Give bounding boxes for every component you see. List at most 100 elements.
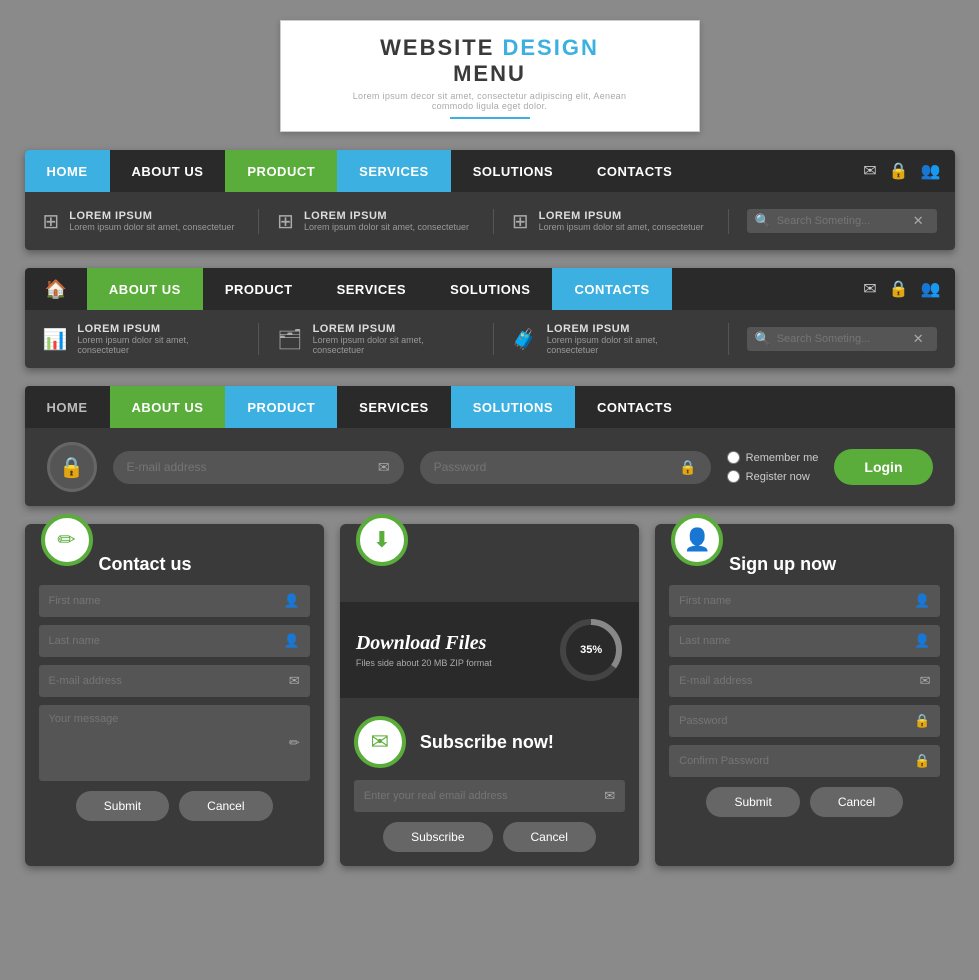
nav3-about[interactable]: ABOUT US — [110, 386, 226, 428]
signup-password-wrap: 🔒 — [669, 705, 940, 737]
nav2-services[interactable]: SERVICES — [315, 268, 429, 310]
nav3-product[interactable]: PRODUCT — [225, 386, 337, 428]
users-icon-2[interactable]: 👥 — [921, 279, 941, 299]
lock-icon-2[interactable]: 🔒 — [889, 279, 909, 299]
info-text-5: LOREM IPSUM Lorem ipsum dolor sit amet, … — [313, 323, 475, 355]
login-options: Remember me Register now — [727, 451, 819, 483]
info-desc-5: Lorem ipsum dolor sit amet, consectetuer — [313, 335, 475, 355]
signup-person-icon-2: 👤 — [914, 633, 930, 649]
info-item-6: 🧳 LOREM IPSUM Lorem ipsum dolor sit amet… — [512, 323, 729, 355]
navbar-3: HOME ABOUT US PRODUCT SERVICES SOLUTIONS… — [25, 386, 955, 428]
search-icon-2: 🔍 — [755, 331, 771, 347]
nav2-contacts[interactable]: CONTACTS — [552, 268, 671, 310]
download-widget: ⬇ Download Files Files side about 20 MB … — [340, 524, 639, 866]
search-input-1[interactable] — [777, 215, 907, 227]
signup-email-input[interactable] — [679, 675, 911, 687]
info-text-6: LOREM IPSUM Lorem ipsum dolor sit amet, … — [547, 323, 710, 355]
mail-icon-2[interactable]: ✉ — [863, 279, 876, 299]
info-item-5: 🗂 LOREM IPSUM Lorem ipsum dolor sit amet… — [277, 323, 494, 355]
signup-icon: 👤 — [671, 514, 723, 566]
subscribe-email-input[interactable] — [364, 790, 596, 802]
message-input[interactable] — [49, 713, 281, 773]
nav2-about[interactable]: ABOUT US — [87, 268, 203, 310]
contact-cancel-btn[interactable]: Cancel — [179, 791, 272, 821]
nav2-home-icon[interactable]: 🏠 — [25, 268, 87, 310]
widgets-row: ✏ Contact us 👤 👤 ✉ ✏ Submit Cancel — [25, 524, 955, 866]
contact-title: Contact us — [99, 554, 324, 575]
remember-label[interactable]: Remember me — [727, 451, 819, 464]
info-desc-1: Lorem ipsum dolor sit amet, consectetuer — [69, 222, 234, 232]
signup-submit-btn[interactable]: Submit — [706, 787, 799, 817]
users-icon[interactable]: 👥 — [921, 161, 941, 181]
search-input-2[interactable] — [777, 333, 907, 345]
register-radio[interactable] — [727, 470, 740, 483]
nav2-solutions[interactable]: SOLUTIONS — [428, 268, 552, 310]
download-cancel-btn[interactable]: Cancel — [503, 822, 596, 852]
nav2-product[interactable]: PRODUCT — [203, 268, 315, 310]
info-title-6: LOREM IPSUM — [547, 323, 710, 335]
subscribe-input-wrap: ✉ — [354, 780, 625, 812]
site-title: WEBSITE DESIGN MENU — [341, 35, 639, 87]
folder-icon: 🗂 — [277, 327, 302, 352]
signup-confirm-input[interactable] — [679, 755, 906, 767]
nav2-icons: ✉ 🔒 👥 — [849, 268, 954, 310]
info-text-4: LOREM IPSUM Lorem ipsum dolor sit amet, … — [77, 323, 240, 355]
login-button[interactable]: Login — [834, 449, 932, 485]
nav3-services[interactable]: SERVICES — [337, 386, 451, 428]
nav3-solutions[interactable]: SOLUTIONS — [451, 386, 575, 428]
signup-email-wrap: ✉ — [669, 665, 940, 697]
info-title-5: LOREM IPSUM — [313, 323, 475, 335]
password-field-wrap: 🔒 — [420, 451, 711, 484]
signup-lock-icon-2: 🔒 — [914, 753, 930, 769]
signup-password-input[interactable] — [679, 715, 906, 727]
signup-lastname-input[interactable] — [679, 635, 906, 647]
pencil-icon: ✏ — [289, 735, 300, 751]
firstname-input[interactable] — [49, 595, 276, 607]
header-title-box: WEBSITE DESIGN MENU Lorem ipsum decor si… — [280, 20, 700, 132]
nav1-home[interactable]: HOME — [25, 150, 110, 192]
bag-icon: 🧳 — [512, 327, 537, 352]
grid-icon-3: ⊞ — [512, 209, 529, 234]
email-field-wrap: ✉ — [113, 451, 404, 484]
contact-icon: ✏ — [41, 514, 93, 566]
signup-firstname-input[interactable] — [679, 595, 906, 607]
nav3-home[interactable]: HOME — [25, 386, 110, 428]
clear-icon-2[interactable]: ✕ — [913, 331, 924, 347]
download-icon: ⬇ — [356, 514, 408, 566]
nav3-contacts[interactable]: CONTACTS — [575, 386, 694, 428]
email-field[interactable] — [127, 460, 370, 474]
lastname-field-wrap: 👤 — [39, 625, 310, 657]
nav1-about[interactable]: ABOUT US — [110, 150, 226, 192]
signup-btn-row: Submit Cancel — [669, 787, 940, 817]
subscribe-btn[interactable]: Subscribe — [383, 822, 492, 852]
signup-widget: 👤 Sign up now 👤 👤 ✉ 🔒 🔒 — [655, 524, 954, 866]
email-contact-input[interactable] — [49, 675, 281, 687]
email-contact-wrap: ✉ — [39, 665, 310, 697]
search-box-1[interactable]: 🔍 ✕ — [747, 209, 937, 233]
lock-icon[interactable]: 🔒 — [889, 161, 909, 181]
person-icon-2: 👤 — [284, 633, 300, 649]
info-desc-2: Lorem ipsum dolor sit amet, consectetuer — [304, 222, 469, 232]
nav1-contacts[interactable]: CONTACTS — [575, 150, 694, 192]
remember-radio[interactable] — [727, 451, 740, 464]
progress-ring: 35% — [559, 618, 623, 682]
subscribe-title: Subscribe now! — [420, 732, 554, 753]
nav1-solutions[interactable]: SOLUTIONS — [451, 150, 575, 192]
site-subtitle: Lorem ipsum decor sit amet, consectetur … — [341, 91, 639, 111]
subscribe-section: ✉ Subscribe now! ✉ Subscribe Cancel — [340, 698, 639, 866]
password-field[interactable] — [434, 460, 672, 474]
nav1-services[interactable]: SERVICES — [337, 150, 451, 192]
search-box-2[interactable]: 🔍 ✕ — [747, 327, 937, 351]
signup-lastname-wrap: 👤 — [669, 625, 940, 657]
lastname-input[interactable] — [49, 635, 276, 647]
signup-firstname-wrap: 👤 — [669, 585, 940, 617]
register-label[interactable]: Register now — [727, 470, 819, 483]
info-desc-4: Lorem ipsum dolor sit amet, consectetuer — [77, 335, 240, 355]
clear-icon-1[interactable]: ✕ — [913, 213, 924, 229]
contact-submit-btn[interactable]: Submit — [76, 791, 169, 821]
signup-cancel-btn[interactable]: Cancel — [810, 787, 903, 817]
mail-icon[interactable]: ✉ — [863, 161, 876, 181]
firstname-field-wrap: 👤 — [39, 585, 310, 617]
password-icon: 🔒 — [679, 459, 696, 476]
nav1-product[interactable]: PRODUCT — [225, 150, 337, 192]
